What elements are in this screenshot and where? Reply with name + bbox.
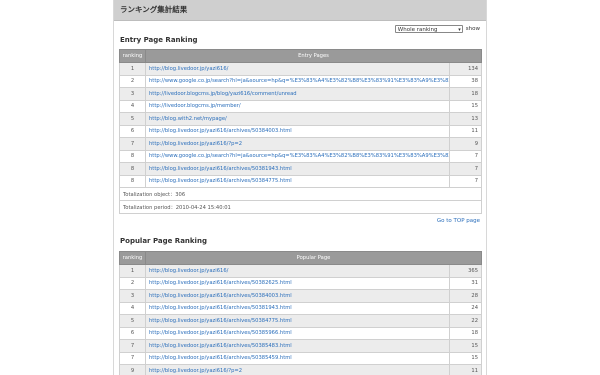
- count-cell: 13: [449, 112, 482, 126]
- entry-page-table: ranking Entry Pages 1 http://blog.livedo…: [119, 49, 482, 214]
- rank-cell: 3: [119, 289, 146, 303]
- rank-cell: 3: [119, 87, 146, 101]
- total-period-text: Totalization period：2010-04-24 15:40:01: [119, 200, 482, 214]
- count-cell: 9: [449, 137, 482, 151]
- table-row: 7 http://blog.livedoor.jp/yazi616/archiv…: [119, 339, 483, 353]
- table-row: 5 http://blog.with2.net/mypage/ 13: [119, 112, 482, 126]
- page-link[interactable]: http://blog.livedoor.jp/yazi616/?p=2: [145, 364, 450, 375]
- rank-cell: 2: [119, 276, 146, 290]
- table-row: 8 http://blog.livedoor.jp/yazi616/archiv…: [119, 174, 482, 188]
- page-link[interactable]: http://blog.livedoor.jp/yazi616/archives…: [145, 326, 450, 340]
- page-link[interactable]: http://blog.livedoor.jp/yazi616/: [145, 264, 450, 278]
- page-link[interactable]: http://blog.livedoor.jp/yazi616/?p=2: [145, 137, 450, 151]
- table-row: 4 http://livedoor.blogcms.jp/member/ 15: [119, 99, 482, 113]
- rank-cell: 5: [119, 112, 146, 126]
- table-row: 2 http://blog.livedoor.jp/yazi616/archiv…: [119, 276, 483, 290]
- page-link[interactable]: http://blog.livedoor.jp/yazi616/archives…: [145, 162, 450, 176]
- table-row: 3 http://blog.livedoor.jp/yazi616/archiv…: [119, 289, 483, 303]
- count-cell: 7: [449, 174, 482, 188]
- count-cell: 15: [449, 99, 482, 113]
- table-row: 1 http://blog.livedoor.jp/yazi616/ 134: [119, 62, 482, 76]
- page-link[interactable]: http://blog.livedoor.jp/yazi616/: [145, 62, 450, 76]
- go-to-top-link[interactable]: Go to TOP page: [437, 218, 480, 224]
- popular-page-table: ranking Popular Page 1 http://blog.lived…: [119, 251, 483, 375]
- count-cell: 22: [448, 314, 483, 328]
- chevron-down-icon: ▾: [458, 27, 461, 33]
- entry-page-heading: Entry Page Ranking: [120, 36, 198, 44]
- table-row: 8 http://www.google.co.jp/search?hl=ja&s…: [119, 149, 482, 163]
- table-row: 3 http://livedoor.blogcms.jp/blog/yazi61…: [119, 87, 482, 101]
- rank-cell: 8: [119, 174, 146, 188]
- rank-cell: 6: [119, 326, 146, 340]
- page-link[interactable]: http://blog.livedoor.jp/yazi616/archives…: [145, 339, 450, 353]
- count-cell: 134: [449, 62, 482, 76]
- page-link[interactable]: http://blog.livedoor.jp/yazi616/archives…: [145, 351, 450, 365]
- total-object-row: Totalization object：306: [119, 187, 482, 201]
- page-link[interactable]: http://blog.livedoor.jp/yazi616/archives…: [145, 276, 450, 290]
- page-link[interactable]: http://www.google.co.jp/search?hl=ja&sou…: [145, 74, 450, 88]
- rank-cell: 7: [119, 137, 146, 151]
- ranking-selector: Whole ranking ▾ show: [394, 24, 480, 34]
- count-cell: 11: [449, 124, 482, 138]
- table-row: 9 http://blog.livedoor.jp/yazi616/?p=2 1…: [119, 364, 483, 375]
- table-row: 7 http://blog.livedoor.jp/yazi616/?p=2 9: [119, 137, 482, 151]
- count-cell: 38: [449, 74, 482, 88]
- page-link[interactable]: http://livedoor.blogcms.jp/blog/yazi616/…: [145, 87, 450, 101]
- ranking-type-select[interactable]: Whole ranking ▾: [394, 25, 463, 33]
- count-cell: 31: [448, 276, 483, 290]
- page-link[interactable]: http://blog.with2.net/mypage/: [145, 112, 450, 126]
- rank-cell: 9: [119, 364, 146, 375]
- total-period-row: Totalization period：2010-04-24 15:40:01: [119, 200, 482, 214]
- rank-cell: 2: [119, 74, 146, 88]
- page-link[interactable]: http://blog.livedoor.jp/yazi616/archives…: [145, 289, 450, 303]
- table-row: 1 http://blog.livedoor.jp/yazi616/ 365: [119, 264, 483, 278]
- count-cell: 18: [448, 326, 483, 340]
- rank-cell: 4: [119, 301, 146, 315]
- table-row: 2 http://www.google.co.jp/search?hl=ja&s…: [119, 74, 482, 88]
- rank-cell: 6: [119, 124, 146, 138]
- popular-page-heading: Popular Page Ranking: [120, 237, 207, 245]
- count-cell: 28: [448, 289, 483, 303]
- count-cell: 24: [448, 301, 483, 315]
- rank-cell: 7: [119, 351, 146, 365]
- ranking-type-value: Whole ranking: [397, 27, 438, 33]
- rank-cell: 7: [119, 339, 146, 353]
- rank-cell: 1: [119, 62, 146, 76]
- count-cell: 18: [449, 87, 482, 101]
- table-row: 6 http://blog.livedoor.jp/yazi616/archiv…: [119, 124, 482, 138]
- page-link[interactable]: http://blog.livedoor.jp/yazi616/archives…: [145, 174, 450, 188]
- table-row: 5 http://blog.livedoor.jp/yazi616/archiv…: [119, 314, 483, 328]
- table-row: 6 http://blog.livedoor.jp/yazi616/archiv…: [119, 326, 483, 340]
- count-cell: 11: [448, 364, 483, 375]
- rank-cell: 4: [119, 99, 146, 113]
- count-cell: 365: [448, 264, 483, 278]
- column-header-popular-page: Popular Page: [145, 251, 482, 265]
- count-cell: 7: [449, 162, 482, 176]
- column-header-entry-pages: Entry Pages: [145, 49, 482, 63]
- show-button[interactable]: show: [466, 26, 480, 32]
- rank-cell: 1: [119, 264, 146, 278]
- count-cell: 15: [448, 351, 483, 365]
- table-row: 8 http://blog.livedoor.jp/yazi616/archiv…: [119, 162, 482, 176]
- page-link[interactable]: http://blog.livedoor.jp/yazi616/archives…: [145, 124, 450, 138]
- count-cell: 7: [449, 149, 482, 163]
- column-header-ranking: ranking: [119, 251, 146, 265]
- table-row: 4 http://blog.livedoor.jp/yazi616/archiv…: [119, 301, 483, 315]
- rank-cell: 8: [119, 162, 146, 176]
- total-object-text: Totalization object：306: [119, 187, 482, 201]
- page-link[interactable]: http://livedoor.blogcms.jp/member/: [145, 99, 450, 113]
- page-frame: ランキング集計結果 Whole ranking ▾ show Entry Pag…: [113, 0, 487, 375]
- page-title: ランキング集計結果: [114, 0, 486, 21]
- page-link[interactable]: http://www.google.co.jp/search?hl=ja&sou…: [145, 149, 450, 163]
- page-link[interactable]: http://blog.livedoor.jp/yazi616/archives…: [145, 314, 450, 328]
- rank-cell: 8: [119, 149, 146, 163]
- rank-cell: 5: [119, 314, 146, 328]
- table-row: 7 http://blog.livedoor.jp/yazi616/archiv…: [119, 351, 483, 365]
- page-link[interactable]: http://blog.livedoor.jp/yazi616/archives…: [145, 301, 450, 315]
- column-header-ranking: ranking: [119, 49, 146, 63]
- count-cell: 15: [448, 339, 483, 353]
